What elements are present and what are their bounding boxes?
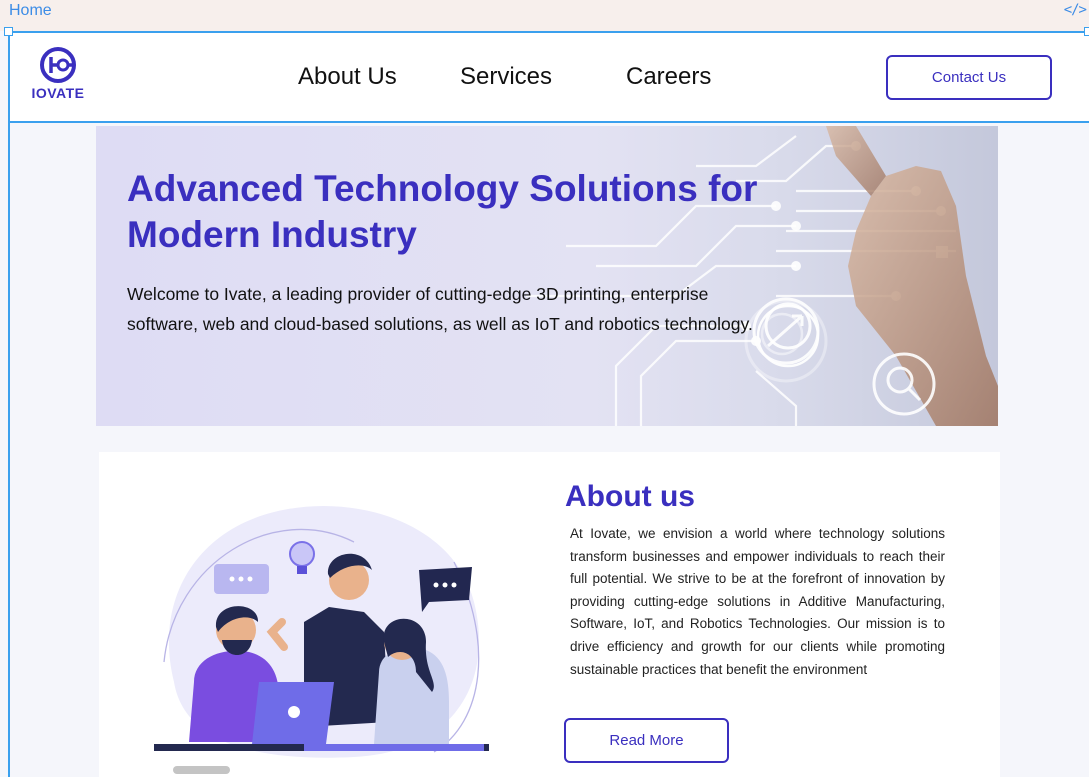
about-title: About us [565,480,695,513]
navbar: IOVATE About Us Services Careers Contact… [8,31,1089,123]
read-more-button[interactable]: Read More [564,718,729,763]
canvas-toolbar: Home </> [0,0,1089,31]
nav-link-about[interactable]: About Us [298,63,397,91]
brand-name: IOVATE [31,85,85,101]
selection-handle[interactable] [1084,27,1089,36]
hero-banner: Advanced Technology Solutions for Modern… [96,126,998,426]
hero-description: Welcome to Ivate, a leading provider of … [127,284,753,334]
nav-link-services[interactable]: Services [460,63,552,91]
nav-link-careers[interactable]: Careers [626,63,711,91]
brand-logo[interactable]: IOVATE [30,47,86,109]
carousel-scrollbar[interactable] [173,766,230,774]
code-icon[interactable]: </> [1064,2,1087,18]
frame-label[interactable]: Home [9,2,52,20]
hero-title: Advanced Technology Solutions for Modern… [127,168,758,255]
selection-handle[interactable] [4,27,13,36]
about-section: About us At Iovate, we envision a world … [99,452,1000,777]
about-description: At Iovate, we envision a world where tec… [570,526,945,677]
team-discussion-illustration [154,506,489,758]
contact-us-button[interactable]: Contact Us [886,55,1052,100]
logo-mark-icon [40,47,76,83]
